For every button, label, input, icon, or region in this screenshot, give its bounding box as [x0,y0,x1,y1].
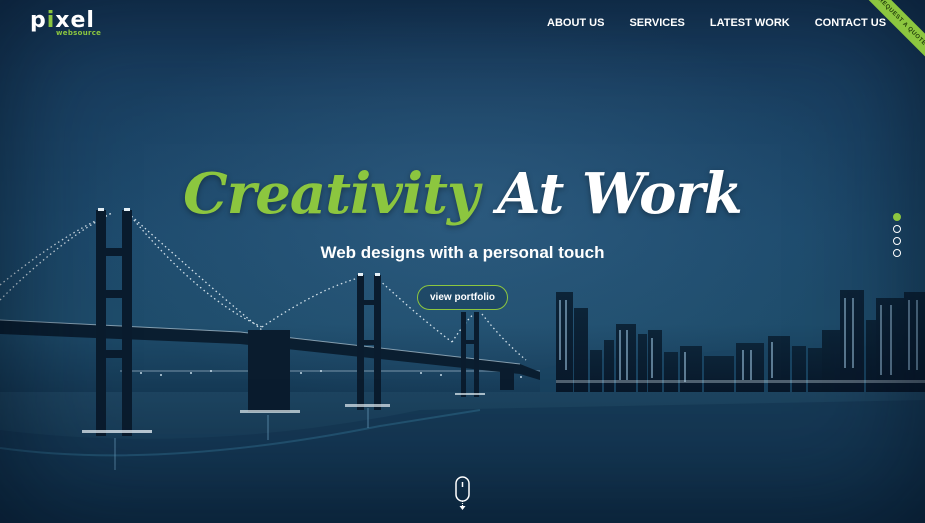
hero-section: pixel websource ABOUT US SERVICES LATEST… [0,0,925,523]
logo-tagline: websource [56,29,102,37]
nav-item-latest-work[interactable]: LATEST WORK [710,17,790,29]
main-nav: ABOUT US SERVICES LATEST WORK CONTACT US [547,17,911,29]
mouse-scroll-icon[interactable] [455,476,470,512]
headline-accent: Creativity [183,161,479,227]
nav-item-contact-us[interactable]: CONTACT US [815,17,886,29]
headline-rest: At Work [497,161,743,227]
view-portfolio-button[interactable]: view portfolio [417,285,508,310]
slider-dot-4[interactable] [893,249,901,257]
slider-dots [893,213,901,261]
nav-item-about-us[interactable]: ABOUT US [547,17,604,29]
nav-item-services[interactable]: SERVICES [629,17,684,29]
slider-dot-1[interactable] [893,213,901,221]
slider-dot-2[interactable] [893,225,901,233]
slider-dot-3[interactable] [893,237,901,245]
logo-wordmark-dot: i [46,8,56,33]
hero-subheading: Web designs with a personal touch [320,243,605,262]
site-logo[interactable]: pixel websource [30,8,110,40]
hero-headline: Creativity At Work [0,156,925,232]
